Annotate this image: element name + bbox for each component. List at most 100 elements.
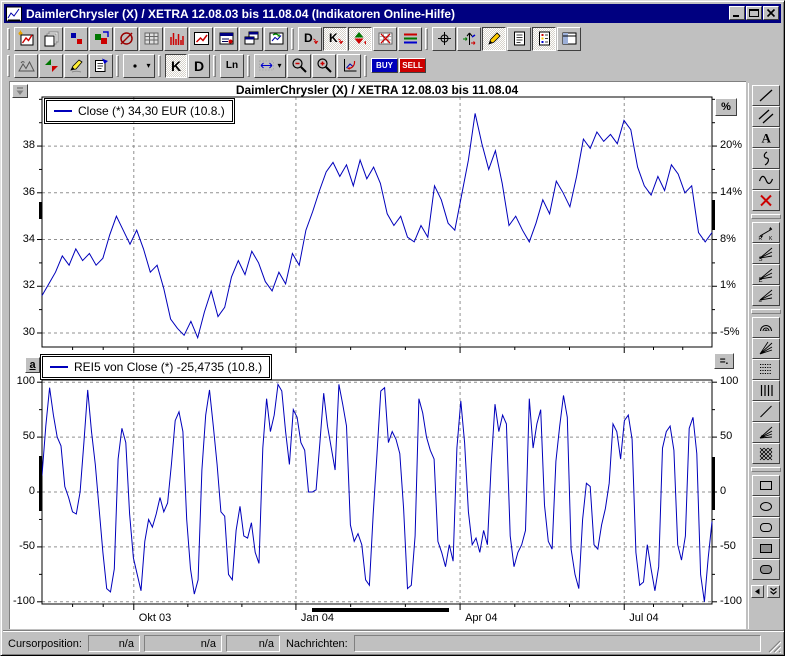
highlighter-button[interactable]: [64, 54, 88, 78]
sell-button[interactable]: SELL: [399, 58, 426, 73]
kurs-chart-button-label: K: [171, 59, 181, 73]
rect-outline-icon: [758, 478, 774, 493]
zoom-out-button[interactable]: [287, 54, 311, 78]
regression-icon: RK: [758, 225, 774, 240]
draw-filled-rect-button[interactable]: [752, 538, 780, 559]
maximize-button[interactable]: [746, 6, 762, 20]
resize-grip[interactable]: [767, 639, 781, 653]
fan-s-icon: S: [758, 246, 774, 261]
indicator-list-button[interactable]: [532, 27, 556, 51]
fibonacci-fan-s-button[interactable]: S: [752, 243, 780, 264]
cursor-field-2: n/a: [144, 635, 222, 652]
line-chart-button[interactable]: [189, 27, 213, 51]
layout-window-button[interactable]: [557, 27, 581, 51]
draw-rounded-rect-button[interactable]: [752, 517, 780, 538]
histogram-icon: [168, 30, 185, 47]
rect-filled-icon: [758, 541, 774, 556]
draw-freehand-button[interactable]: [752, 148, 780, 169]
crosshair-button[interactable]: [432, 27, 456, 51]
freehand-icon: [758, 151, 774, 166]
k-mode-button[interactable]: K: [323, 27, 347, 51]
sell-button-label: SELL: [402, 62, 422, 70]
toolbar-group-separator: [364, 55, 367, 77]
draw-text-button[interactable]: A: [752, 127, 780, 148]
highlighter-icon: [68, 57, 85, 74]
data-table-button[interactable]: [139, 27, 163, 51]
line-style-dropdown[interactable]: ▾: [123, 54, 155, 78]
signal-triangles-button[interactable]: [348, 27, 372, 51]
remove-strike-button[interactable]: [114, 27, 138, 51]
toolbar-scroll-left-button[interactable]: [751, 585, 764, 598]
portfolio-blocks-button[interactable]: [89, 27, 113, 51]
main-toolbar: DK: [3, 25, 784, 52]
parallel-lines-icon: [758, 109, 774, 124]
histogram-button[interactable]: [164, 27, 188, 51]
ln-scale-button[interactable]: Ln: [220, 54, 244, 78]
draw-ellipse-button[interactable]: [752, 496, 780, 517]
toolbar-scroll-more-button[interactable]: [767, 585, 780, 598]
kurs-chart-button[interactable]: K: [165, 54, 187, 78]
quote-blocks-button[interactable]: [64, 27, 88, 51]
zoom-in-icon: [316, 57, 333, 74]
percent-scale-button[interactable]: %: [715, 98, 737, 116]
delete-drawing-button[interactable]: [752, 190, 780, 211]
curve-icon: [758, 172, 774, 187]
chart-canvas[interactable]: 3820%3614%348%321%30-5%100100505000-50-5…: [9, 81, 746, 629]
gann-fan-button[interactable]: [752, 338, 780, 359]
indicator-legend-text: REI5 von Close (*) -25,4735 (10.8.): [74, 360, 262, 374]
svg-text:=: =: [758, 299, 762, 303]
close-button[interactable]: [763, 6, 779, 20]
indicator-legend[interactable]: REI5 von Close (*) -25,4735 (10.8.): [42, 356, 270, 378]
vertical-lines-button[interactable]: [752, 380, 780, 401]
fibonacci-fan-eq-button[interactable]: =: [752, 285, 780, 306]
copy-button[interactable]: [39, 27, 63, 51]
speed-lines-button[interactable]: [752, 422, 780, 443]
new-chart-button[interactable]: [14, 27, 38, 51]
indicator-auto-scale-button[interactable]: a: [25, 357, 40, 373]
fibonacci-levels-button[interactable]: [752, 359, 780, 380]
draw-curve-button[interactable]: [752, 169, 780, 190]
axis-scale-button[interactable]: [457, 27, 481, 51]
draw-line-button[interactable]: [752, 85, 780, 106]
collapse-panel-button[interactable]: [12, 84, 28, 98]
svg-text:S: S: [758, 257, 762, 261]
zoom-in-button[interactable]: [312, 54, 336, 78]
depot-chart-button[interactable]: D: [188, 54, 210, 78]
depot-chart-button-label: D: [194, 59, 204, 73]
properties-button[interactable]: [89, 54, 113, 78]
buy-sell-triangles-button[interactable]: [39, 54, 63, 78]
draw-rectangle-button[interactable]: [752, 475, 780, 496]
app-chart-icon: [6, 6, 22, 22]
crosshair-icon: [436, 30, 453, 47]
regression-channel-button[interactable]: RK: [752, 222, 780, 243]
colored-list-icon: [536, 30, 553, 47]
title-bar[interactable]: DaimlerChrysler (X) / XETRA 12.08.03 bis…: [4, 4, 781, 23]
indicator-scale-button[interactable]: =.: [714, 353, 734, 369]
level-lines-button[interactable]: [398, 27, 422, 51]
cascade-windows-button[interactable]: [239, 27, 263, 51]
price-legend[interactable]: Close (*) 34,30 EUR (10.8.): [46, 100, 233, 122]
mountain-chart-button[interactable]: [14, 54, 38, 78]
scale-axis-button[interactable]: [337, 54, 361, 78]
buy-button[interactable]: BUY: [371, 58, 398, 73]
triangles-arrow-icon: [352, 30, 369, 47]
fib-levels-icon: [758, 362, 774, 377]
draw-filled-rounded-rect-button[interactable]: [752, 559, 780, 580]
minimize-button[interactable]: [729, 6, 745, 20]
dropdown-caret-icon: ▾: [146, 62, 150, 70]
chart-tools-toolbar: ▾ KD Ln ▾ BUY SELL: [3, 52, 784, 79]
trendline-button[interactable]: [752, 401, 780, 422]
draw-mode-button[interactable]: [482, 27, 506, 51]
arcs-button[interactable]: [752, 317, 780, 338]
report-window-button[interactable]: [214, 27, 238, 51]
hatch-area-button[interactable]: [752, 443, 780, 464]
d-mode-button[interactable]: D: [298, 27, 322, 51]
note-page-icon: [511, 30, 528, 47]
draw-parallel-lines-button[interactable]: [752, 106, 780, 127]
bar-width-dropdown[interactable]: ▾: [254, 54, 286, 78]
color-blocks-icon: [93, 30, 110, 47]
fibonacci-fan-e-button[interactable]: E: [752, 264, 780, 285]
grid-cross-button[interactable]: [373, 27, 397, 51]
notes-page-button[interactable]: [507, 27, 531, 51]
update-chart-button[interactable]: [264, 27, 288, 51]
